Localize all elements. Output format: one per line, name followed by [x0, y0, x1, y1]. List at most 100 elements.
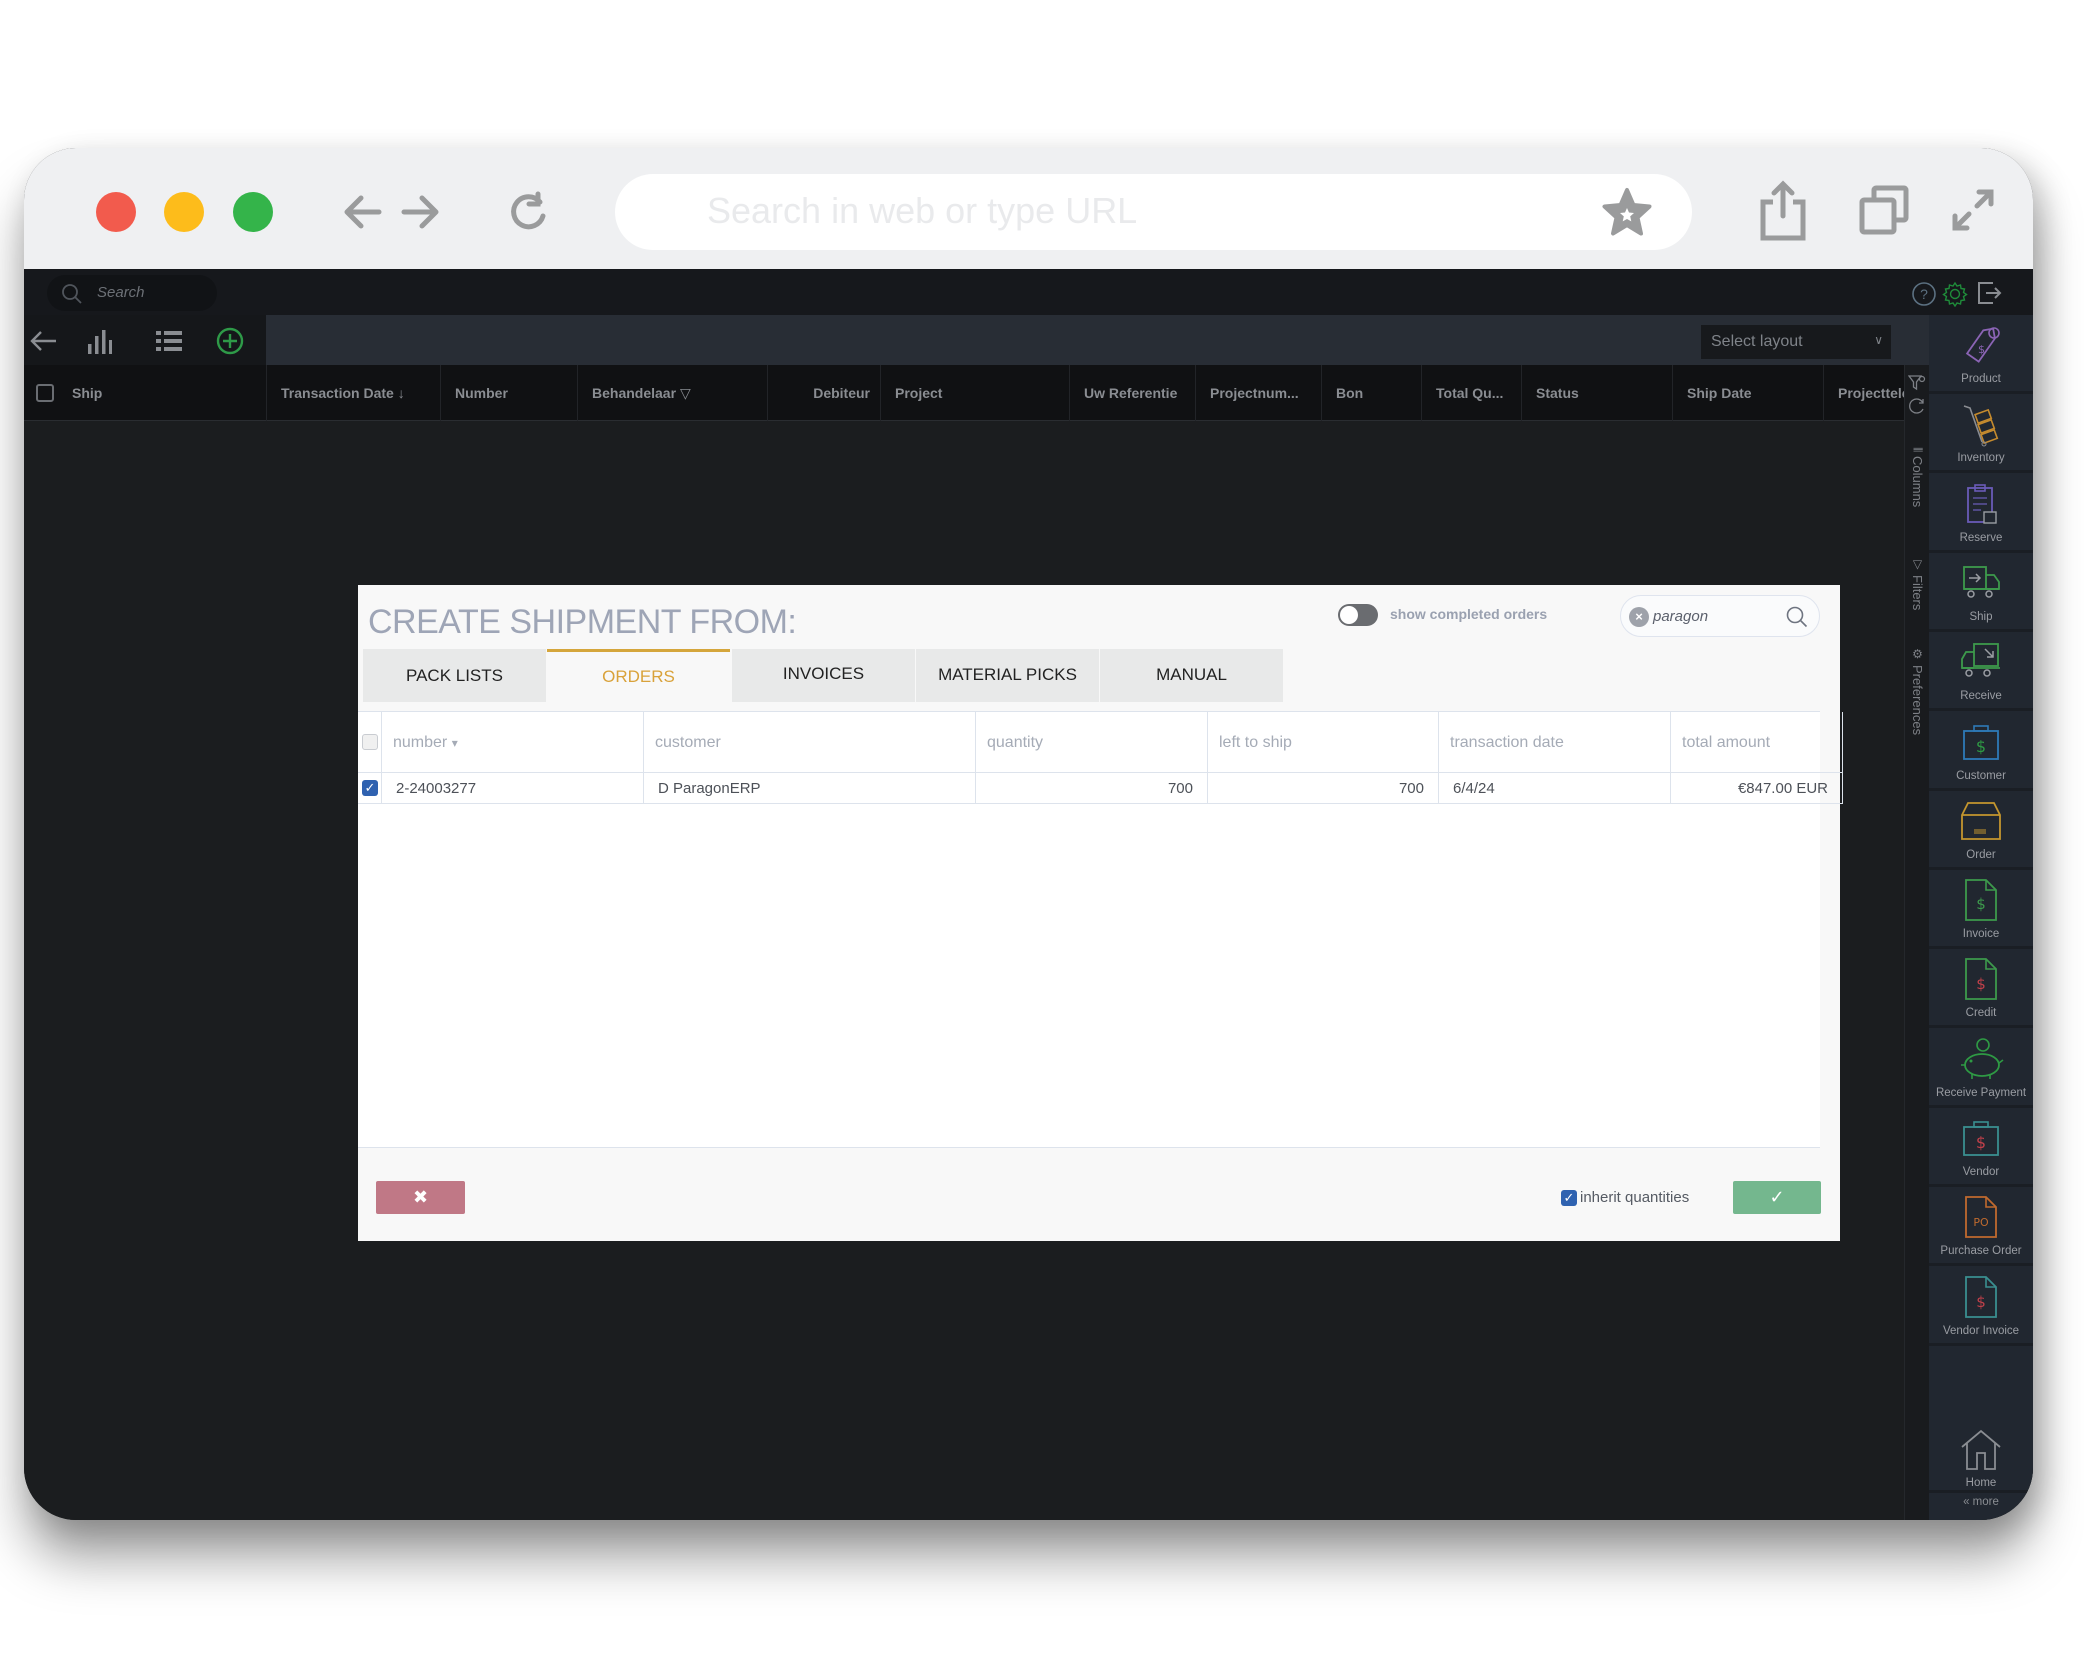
search-icon[interactable]: [1785, 605, 1809, 629]
dialog-title: CREATE SHIPMENT FROM:: [368, 603, 797, 641]
confirm-button[interactable]: ✓: [1733, 1181, 1821, 1214]
show-completed-toggle[interactable]: [1338, 604, 1378, 626]
tab-material-picks[interactable]: MATERIAL PICKS: [916, 649, 1099, 702]
reload-icon[interactable]: [504, 188, 552, 236]
sidebar-item-receive[interactable]: Receive: [1929, 632, 2033, 712]
fullscreen-icon[interactable]: [1949, 186, 1997, 234]
column-header-quantity[interactable]: quantity: [976, 712, 1208, 773]
tab-label: INVOICES: [782, 664, 865, 683]
tab-pack-lists[interactable]: PACK LISTS: [363, 649, 546, 702]
forward-arrow-icon[interactable]: [396, 188, 444, 236]
tab-orders[interactable]: ORDERS: [547, 649, 730, 702]
share-icon[interactable]: [1757, 180, 1809, 242]
purchase-order-doc-icon: PO: [1965, 1196, 1997, 1239]
box-icon: [1961, 801, 2001, 840]
sidebar-item-order[interactable]: Order: [1929, 791, 2033, 870]
maximize-window-button[interactable]: [233, 192, 273, 232]
price-tag-icon: $: [1965, 327, 2000, 363]
column-header-ship[interactable]: Ship: [24, 365, 266, 421]
select-all-checkbox[interactable]: [36, 384, 54, 402]
app-area: Search ? Select layout ∨ Ship Transactio…: [24, 269, 2033, 1520]
settings-icon[interactable]: [1942, 281, 1968, 307]
sidebar-item-credit[interactable]: $ Credit: [1929, 949, 2033, 1029]
clear-search-icon[interactable]: ×: [1629, 607, 1649, 627]
column-header-debiteur[interactable]: Debiteur: [767, 365, 880, 421]
side-tab-filters[interactable]: ▽ Filters: [1905, 557, 1930, 637]
sidebar-item-label: Receive: [1960, 690, 2002, 703]
sidebar-item-invoice[interactable]: $ Invoice: [1929, 870, 2033, 950]
tab-manual[interactable]: MANUAL: [1100, 649, 1283, 702]
minimize-window-button[interactable]: [164, 192, 204, 232]
tab-label: PACK LISTS: [406, 666, 503, 685]
star-icon[interactable]: [1600, 186, 1654, 240]
url-bar[interactable]: Search in web or type URL: [615, 174, 1692, 250]
sidebar-item-vendor-invoice[interactable]: $ Vendor Invoice: [1929, 1267, 2033, 1346]
inherit-quantities-option[interactable]: ✓ inherit quantities: [1561, 1189, 1689, 1207]
piggy-bank-icon: [1961, 1037, 2004, 1079]
sidebar-item-customer[interactable]: $ Customer: [1929, 712, 2033, 791]
add-icon[interactable]: [215, 326, 245, 356]
column-label: customer: [655, 734, 721, 751]
side-tab-columns[interactable]: ⦀ Columns: [1905, 447, 1930, 537]
column-header-transaction-date[interactable]: Transaction Date ↓: [266, 365, 440, 421]
browser-window: Search in web or type URL Search ? Selec…: [24, 148, 2033, 1520]
layout-select[interactable]: Select layout ∨: [1701, 325, 1891, 359]
sidebar-item-receive-payment[interactable]: Receive Payment: [1929, 1029, 2033, 1108]
filter-icon: ▽: [1910, 557, 1925, 571]
truck-receive-icon: [1961, 643, 2000, 677]
sidebar-item-vendor[interactable]: $ Vendor: [1929, 1108, 2033, 1187]
cancel-button[interactable]: ✖: [376, 1181, 465, 1214]
logout-icon[interactable]: [1976, 280, 2002, 306]
sidebar-item-ship[interactable]: Ship: [1929, 553, 2033, 632]
more-link[interactable]: « more: [1929, 1496, 2033, 1508]
column-label: Bon: [1336, 385, 1364, 401]
tab-label: MATERIAL PICKS: [938, 665, 1077, 684]
back-icon[interactable]: [28, 326, 58, 356]
column-label: Ship Date: [1687, 385, 1752, 401]
column-header-projecttele[interactable]: Projecttele: [1823, 365, 1904, 421]
list-icon[interactable]: [154, 326, 184, 356]
sidebar-item-label: Receive Payment: [1935, 1086, 2027, 1099]
column-header-status[interactable]: Status: [1521, 365, 1672, 421]
column-header-left-to-ship[interactable]: left to ship: [1208, 712, 1439, 773]
column-header-ship-date[interactable]: Ship Date: [1672, 365, 1823, 421]
tabs-icon[interactable]: [1858, 184, 1910, 236]
sidebar-item-label: Ship: [1969, 610, 1993, 623]
tab-invoices[interactable]: INVOICES: [732, 649, 915, 702]
close-window-button[interactable]: [96, 192, 136, 232]
filter-settings-icon[interactable]: [1908, 375, 1926, 391]
back-arrow-icon[interactable]: [339, 188, 387, 236]
cell-customer: D ParagonERP: [644, 773, 976, 804]
help-icon[interactable]: ?: [1911, 281, 1937, 307]
sidebar-item-purchase-order[interactable]: PO Purchase Order: [1929, 1187, 2033, 1267]
side-panel-tabs: ⦀ Columns ▽ Filters ⚙ Preferences: [1904, 365, 1929, 1520]
sidebar-item-label: Product: [1961, 373, 2001, 385]
row-checkbox[interactable]: ✓: [362, 780, 378, 796]
chart-icon[interactable]: [84, 326, 114, 356]
header-select-cell: [358, 712, 382, 773]
column-header-bon[interactable]: Bon: [1321, 365, 1421, 421]
side-tab-preferences[interactable]: ⚙ Preferences: [1905, 647, 1930, 757]
column-header-project[interactable]: Project: [880, 365, 1069, 421]
column-header-behandelaar[interactable]: Behandelaar ▽: [577, 365, 767, 421]
column-header-number[interactable]: Number: [440, 365, 577, 421]
column-label: Transaction Date: [281, 385, 394, 401]
sort-indicator-icon: ▾: [451, 736, 458, 750]
sidebar-item-reserve[interactable]: Reserve: [1929, 474, 2033, 553]
module-sidebar: $ Product Inventory Reserve Ship Receive $ Cust…: [1929, 315, 2033, 1520]
column-header-total-amount[interactable]: total amount: [1671, 712, 1843, 773]
column-header-total-quantity[interactable]: Total Qu...: [1421, 365, 1521, 421]
column-header-projectnummer[interactable]: Projectnum...: [1195, 365, 1321, 421]
app-search-input[interactable]: Search: [47, 275, 217, 311]
sidebar-item-home[interactable]: Home: [1929, 1415, 2033, 1493]
dialog-search-input[interactable]: × paragon: [1620, 595, 1820, 637]
column-header-number[interactable]: number ▾: [382, 712, 644, 773]
sidebar-item-inventory[interactable]: Inventory: [1929, 394, 2033, 474]
column-header-uw-referentie[interactable]: Uw Referentie: [1069, 365, 1195, 421]
inherit-quantities-checkbox[interactable]: ✓: [1561, 1190, 1577, 1207]
column-header-customer[interactable]: customer: [644, 712, 976, 773]
refresh-icon[interactable]: [1908, 397, 1926, 415]
select-all-checkbox[interactable]: [362, 734, 378, 750]
column-header-transaction-date[interactable]: transaction date: [1439, 712, 1671, 773]
sidebar-item-product[interactable]: $ Product: [1929, 315, 2033, 394]
